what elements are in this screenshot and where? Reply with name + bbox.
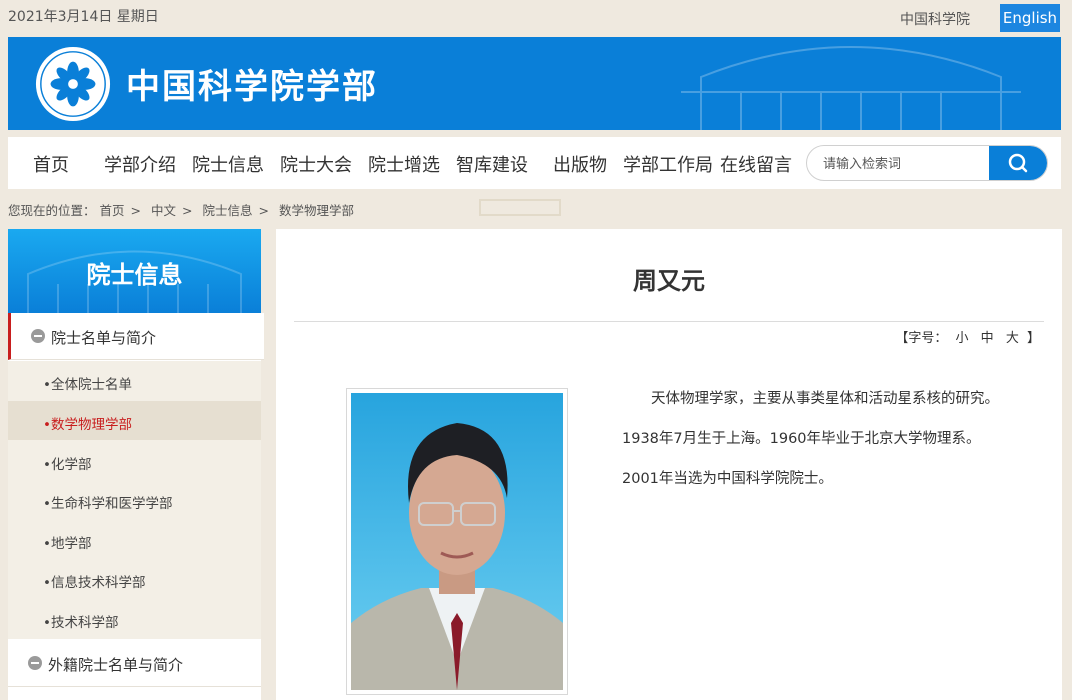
sidebar-list: •全体院士名单 •数学物理学部 •化学部 •生命科学和医学学部 •地学部 •信息… bbox=[8, 361, 261, 639]
nav-item-bureau[interactable]: 学部工作局 bbox=[623, 151, 713, 177]
sidebar-title: 院士信息 bbox=[86, 261, 183, 289]
site-title: 中国科学院学部 bbox=[126, 67, 378, 107]
nav-item-message[interactable]: 在线留言 bbox=[720, 151, 792, 177]
font-size-small[interactable]: 小 bbox=[956, 331, 969, 346]
biography: 天体物理学家，主要从事类星体和活动星系核的研究。 1938年7月生于上海。196… bbox=[622, 379, 1042, 499]
nav-item-think-tank[interactable]: 智库建设 bbox=[456, 151, 528, 177]
sidebar-item-label: •数学物理学部 bbox=[43, 417, 132, 433]
page-title: 周又元 bbox=[633, 267, 705, 295]
nav-item-home[interactable]: 首页 bbox=[33, 151, 69, 177]
search-button[interactable] bbox=[989, 146, 1047, 180]
cas-logo-icon[interactable] bbox=[34, 45, 112, 123]
collapse-icon bbox=[28, 656, 42, 670]
sidebar-section-foreign-members[interactable]: 外籍院士名单与简介 bbox=[8, 640, 261, 687]
sidebar-item-life-science[interactable]: •生命科学和医学学部 bbox=[8, 480, 261, 519]
sidebar-section-academician-list[interactable]: 院士名单与简介 bbox=[8, 313, 264, 360]
font-size-large[interactable]: 大 bbox=[1006, 331, 1019, 346]
nav-item-publications[interactable]: 出版物 bbox=[553, 151, 607, 177]
main-nav: 首页 学部介绍 院士信息 院士大会 院士增选 智库建设 出版物 学部工作局 在线… bbox=[8, 137, 1061, 189]
portrait-image bbox=[351, 393, 563, 690]
breadcrumb-math-physics[interactable]: 数学物理学部 bbox=[279, 203, 354, 218]
nav-item-general-assembly[interactable]: 院士大会 bbox=[280, 151, 352, 177]
date-text: 2021年3月14日 星期日 bbox=[8, 9, 159, 25]
sidebar-section-label: 外籍院士名单与简介 bbox=[48, 656, 184, 674]
sidebar-item-math-physics[interactable]: •数学物理学部 bbox=[8, 401, 261, 440]
font-size-control: 【字号： 小 中 大 】 bbox=[895, 327, 1040, 346]
english-button[interactable]: English bbox=[1000, 4, 1060, 32]
font-size-bracket: 】 bbox=[1026, 331, 1040, 346]
sidebar-item-info-tech[interactable]: •信息技术科学部 bbox=[8, 559, 261, 598]
cas-home-link[interactable]: 中国科学院 bbox=[900, 9, 970, 29]
building-illustration bbox=[681, 46, 1021, 130]
sidebar-item-label: •技术科学部 bbox=[43, 615, 119, 631]
sidebar-item-label: •全体院士名单 bbox=[43, 377, 132, 393]
font-size-label: 【字号： bbox=[895, 331, 948, 346]
sidebar-item-label: •生命科学和医学学部 bbox=[43, 496, 173, 512]
sidebar: 院士信息 院士名单与简介 •全体院士名单 •数学物理学部 •化学部 •生命科学和… bbox=[8, 229, 264, 700]
font-size-medium[interactable]: 中 bbox=[981, 331, 994, 346]
breadcrumb-home[interactable]: 首页 bbox=[100, 203, 125, 218]
portrait-frame bbox=[346, 388, 568, 695]
breadcrumb-academicians[interactable]: 院士信息 bbox=[202, 203, 252, 218]
sidebar-item-chemistry[interactable]: •化学部 bbox=[8, 441, 261, 480]
collapse-icon bbox=[31, 329, 45, 343]
search-input[interactable] bbox=[821, 153, 985, 175]
breadcrumb-chinese[interactable]: 中文 bbox=[151, 203, 176, 218]
sidebar-header: 院士信息 bbox=[8, 229, 261, 313]
site-banner: 中国科学院学部 bbox=[8, 37, 1061, 130]
bio-paragraph: 1938年7月生于上海。1960年毕业于北京大学物理系。 bbox=[622, 431, 981, 447]
breadcrumb-label: 您现在的位置： bbox=[8, 203, 96, 218]
search-icon bbox=[1008, 153, 1028, 173]
breadcrumb: 您现在的位置： 首页 > 中文 > 院士信息 > 数学物理学部 bbox=[8, 203, 354, 218]
bio-paragraph: 2001年当选为中国科学院院士。 bbox=[622, 471, 833, 487]
divider bbox=[294, 321, 1044, 322]
nav-item-election[interactable]: 院士增选 bbox=[368, 151, 440, 177]
sidebar-item-all[interactable]: •全体院士名单 bbox=[8, 361, 261, 400]
nav-item-academicians[interactable]: 院士信息 bbox=[192, 151, 264, 177]
sidebar-item-tech-science[interactable]: •技术科学部 bbox=[8, 599, 261, 638]
sidebar-item-label: •化学部 bbox=[43, 457, 92, 473]
bio-paragraph: 天体物理学家，主要从事类星体和活动星系核的研究。 bbox=[622, 391, 999, 407]
search-box bbox=[806, 145, 1048, 181]
sidebar-item-earth-science[interactable]: •地学部 bbox=[8, 520, 261, 559]
top-bar: 2021年3月14日 星期日 中国科学院 English bbox=[0, 0, 1072, 36]
sidebar-item-label: •信息技术科学部 bbox=[43, 575, 146, 591]
sidebar-section-label: 院士名单与简介 bbox=[51, 329, 157, 347]
nav-item-about[interactable]: 学部介绍 bbox=[104, 151, 176, 177]
article-content: 周又元 【字号： 小 中 大 】 天体物理学家，主要从事类星体和活动星系核的研究… bbox=[276, 229, 1062, 700]
sidebar-item-label: •地学部 bbox=[43, 536, 92, 552]
